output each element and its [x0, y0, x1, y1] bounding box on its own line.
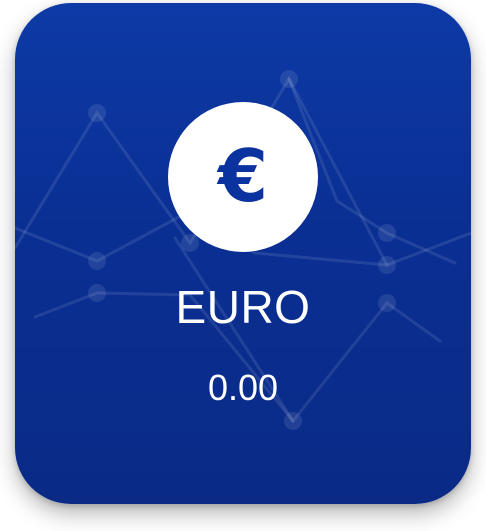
- euro-sign-icon: €: [217, 134, 269, 218]
- currency-value: 0.00: [207, 367, 279, 408]
- background-network-pattern: [15, 70, 471, 430]
- currency-card[interactable]: € EURO 0.00: [15, 3, 471, 504]
- stage: € EURO 0.00: [0, 0, 486, 531]
- currency-icon-circle: €: [168, 102, 318, 252]
- currency-name: EURO: [175, 281, 311, 333]
